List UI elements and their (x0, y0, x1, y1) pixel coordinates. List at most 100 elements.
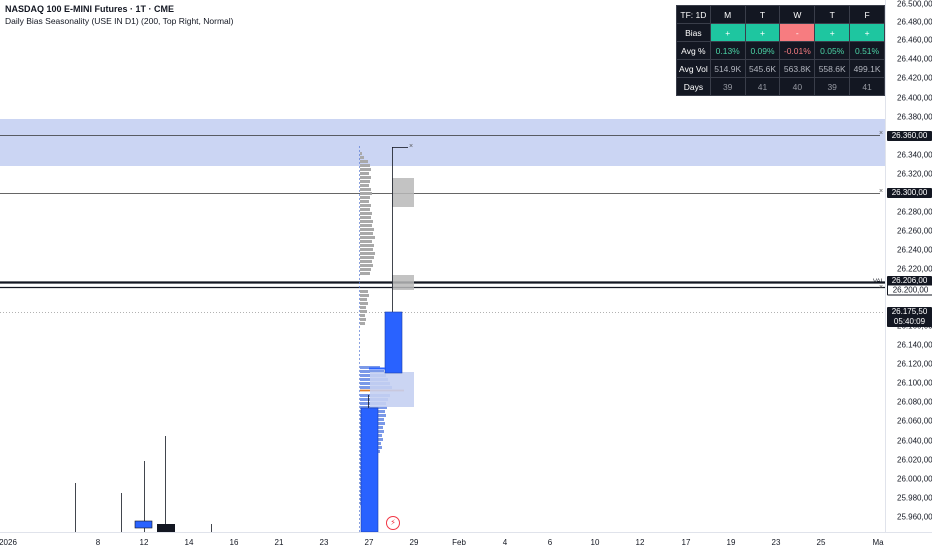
price-label-26360: 26.360,00 (887, 131, 932, 141)
table-cell: -0.01% (779, 41, 816, 60)
lightning-icon[interactable]: ⚡ (386, 516, 400, 530)
bar-countdown: 05:40:09 (893, 317, 926, 326)
day-header: T (814, 5, 851, 24)
y-tick: 26.480,00 (897, 17, 932, 27)
x-tick: 27 (364, 538, 374, 547)
y-tick: 26.440,00 (897, 54, 932, 64)
range-box-upper (392, 178, 414, 207)
x-tick: 12 (635, 538, 645, 547)
y-tick: 26.240,00 (897, 245, 932, 255)
volume-profile-upper (360, 152, 375, 325)
y-tick: 26.220,00 (897, 264, 932, 274)
candle-body-2 (384, 311, 403, 374)
x-tick: 25 (816, 538, 826, 547)
highlight-zone (0, 119, 885, 166)
table-cell: 41 (849, 77, 885, 96)
seasonality-table: TF: 1D M T W T F Bias + + - + + Avg % 0.… (676, 5, 885, 96)
candle-jan13 (157, 524, 175, 532)
table-cell: + (709, 23, 746, 42)
table-cell: + (849, 23, 885, 42)
table-row: Avg Vol 514.9K 545.6K 563.8K 558.6K 499.… (676, 59, 885, 78)
y-tick: 26.260,00 (897, 226, 932, 236)
y-tick: 26.120,00 (897, 359, 932, 369)
table-cell: 558.6K (814, 59, 851, 78)
close-icon[interactable]: × (879, 284, 883, 291)
x-tick: 21 (274, 538, 284, 547)
x-tick: 23 (319, 538, 329, 547)
day-header: W (779, 5, 816, 24)
symbol-title[interactable]: NASDAQ 100 E-MINI Futures · 1T · CME (5, 3, 233, 15)
table-cell: 545.6K (744, 59, 781, 78)
table-row: Days 39 41 40 39 41 (676, 77, 885, 96)
price-label-26300: 26.300,00 (887, 188, 932, 198)
chart-area[interactable]: NASDAQ 100 E-MINI Futures · 1T · CME Dai… (0, 0, 885, 532)
y-tick: 26.020,00 (897, 455, 932, 465)
table-header-row: TF: 1D M T W T F (676, 5, 885, 24)
x-tick: Ma (872, 538, 884, 547)
close-icon[interactable]: × (879, 130, 883, 137)
table-cell: 41 (744, 77, 781, 96)
y-tick: 26.140,00 (897, 340, 932, 350)
day-header: M (709, 5, 746, 24)
table-cell: 499.1K (849, 59, 885, 78)
x-tick: 29 (409, 538, 419, 547)
range-box-lower (370, 372, 414, 407)
close-icon[interactable]: × (879, 188, 883, 195)
table-cell: 0.09% (744, 41, 781, 60)
table-cell: 0.05% (814, 41, 851, 60)
x-tick: Feb (452, 538, 466, 547)
y-tick: 26.100,00 (897, 378, 932, 388)
chart-title-block: NASDAQ 100 E-MINI Futures · 1T · CME Dai… (5, 3, 233, 27)
x-tick: 10 (590, 538, 600, 547)
y-tick: 26.420,00 (897, 73, 932, 83)
table-cell: 39 (814, 77, 851, 96)
x-tick: 6 (547, 538, 553, 547)
table-row: Avg % 0.13% 0.09% -0.01% 0.05% 0.51% (676, 41, 885, 60)
y-tick: 26.060,00 (897, 416, 932, 426)
x-tick: 17 (681, 538, 691, 547)
y-tick: 25.980,00 (897, 493, 932, 503)
x-tick: 23 (771, 538, 781, 547)
price-label-26200: 26.200,00 (887, 284, 932, 296)
row-label: Days (676, 77, 711, 96)
y-tick: 26.000,00 (897, 474, 932, 484)
candle-body-1 (360, 407, 379, 532)
table-cell: 514.9K (709, 59, 746, 78)
table-cell: 40 (779, 77, 816, 96)
table-cell: 563.8K (779, 59, 816, 78)
candle-jan12 (134, 520, 153, 529)
table-cell: + (814, 23, 851, 42)
last-price-label: 26.175,50 05:40:09 (887, 307, 932, 327)
table-row: Bias + + - + + (676, 23, 885, 42)
y-tick: 26.340,00 (897, 150, 932, 160)
table-cell: - (779, 23, 816, 42)
table-cell: 39 (709, 77, 746, 96)
close-icon[interactable]: × (409, 143, 413, 150)
x-tick: 12 (139, 538, 149, 547)
price-axis[interactable]: 26.500,00 26.480,00 26.460,00 26.440,00 … (885, 0, 932, 532)
row-label: Bias (676, 23, 711, 42)
x-tick: 2026 (0, 538, 17, 547)
x-tick: 19 (726, 538, 736, 547)
x-tick: 4 (502, 538, 508, 547)
last-price-value: 26.175,50 (891, 307, 928, 316)
y-tick: 26.380,00 (897, 112, 932, 122)
y-tick: 26.040,00 (897, 436, 932, 446)
table-cell: 0.13% (709, 41, 746, 60)
row-label: Avg Vol (676, 59, 711, 78)
y-tick: 25.960,00 (897, 512, 932, 522)
table-cell: 0.51% (849, 41, 885, 60)
y-tick: 26.080,00 (897, 397, 932, 407)
range-box-mid (392, 275, 414, 290)
indicator-title[interactable]: Daily Bias Seasonality (USE IN D1) (200,… (5, 15, 233, 27)
y-tick: 26.400,00 (897, 93, 932, 103)
x-tick: 14 (184, 538, 194, 547)
day-header: T (744, 5, 781, 24)
day-header: F (849, 5, 885, 24)
table-corner: TF: 1D (676, 5, 711, 24)
x-tick: 8 (95, 538, 101, 547)
time-axis[interactable]: 2026 8 12 14 16 21 23 27 29 Feb 4 6 10 1… (0, 532, 932, 551)
y-tick: 26.320,00 (897, 169, 932, 179)
y-tick: 26.460,00 (897, 35, 932, 45)
table-cell: + (744, 23, 781, 42)
